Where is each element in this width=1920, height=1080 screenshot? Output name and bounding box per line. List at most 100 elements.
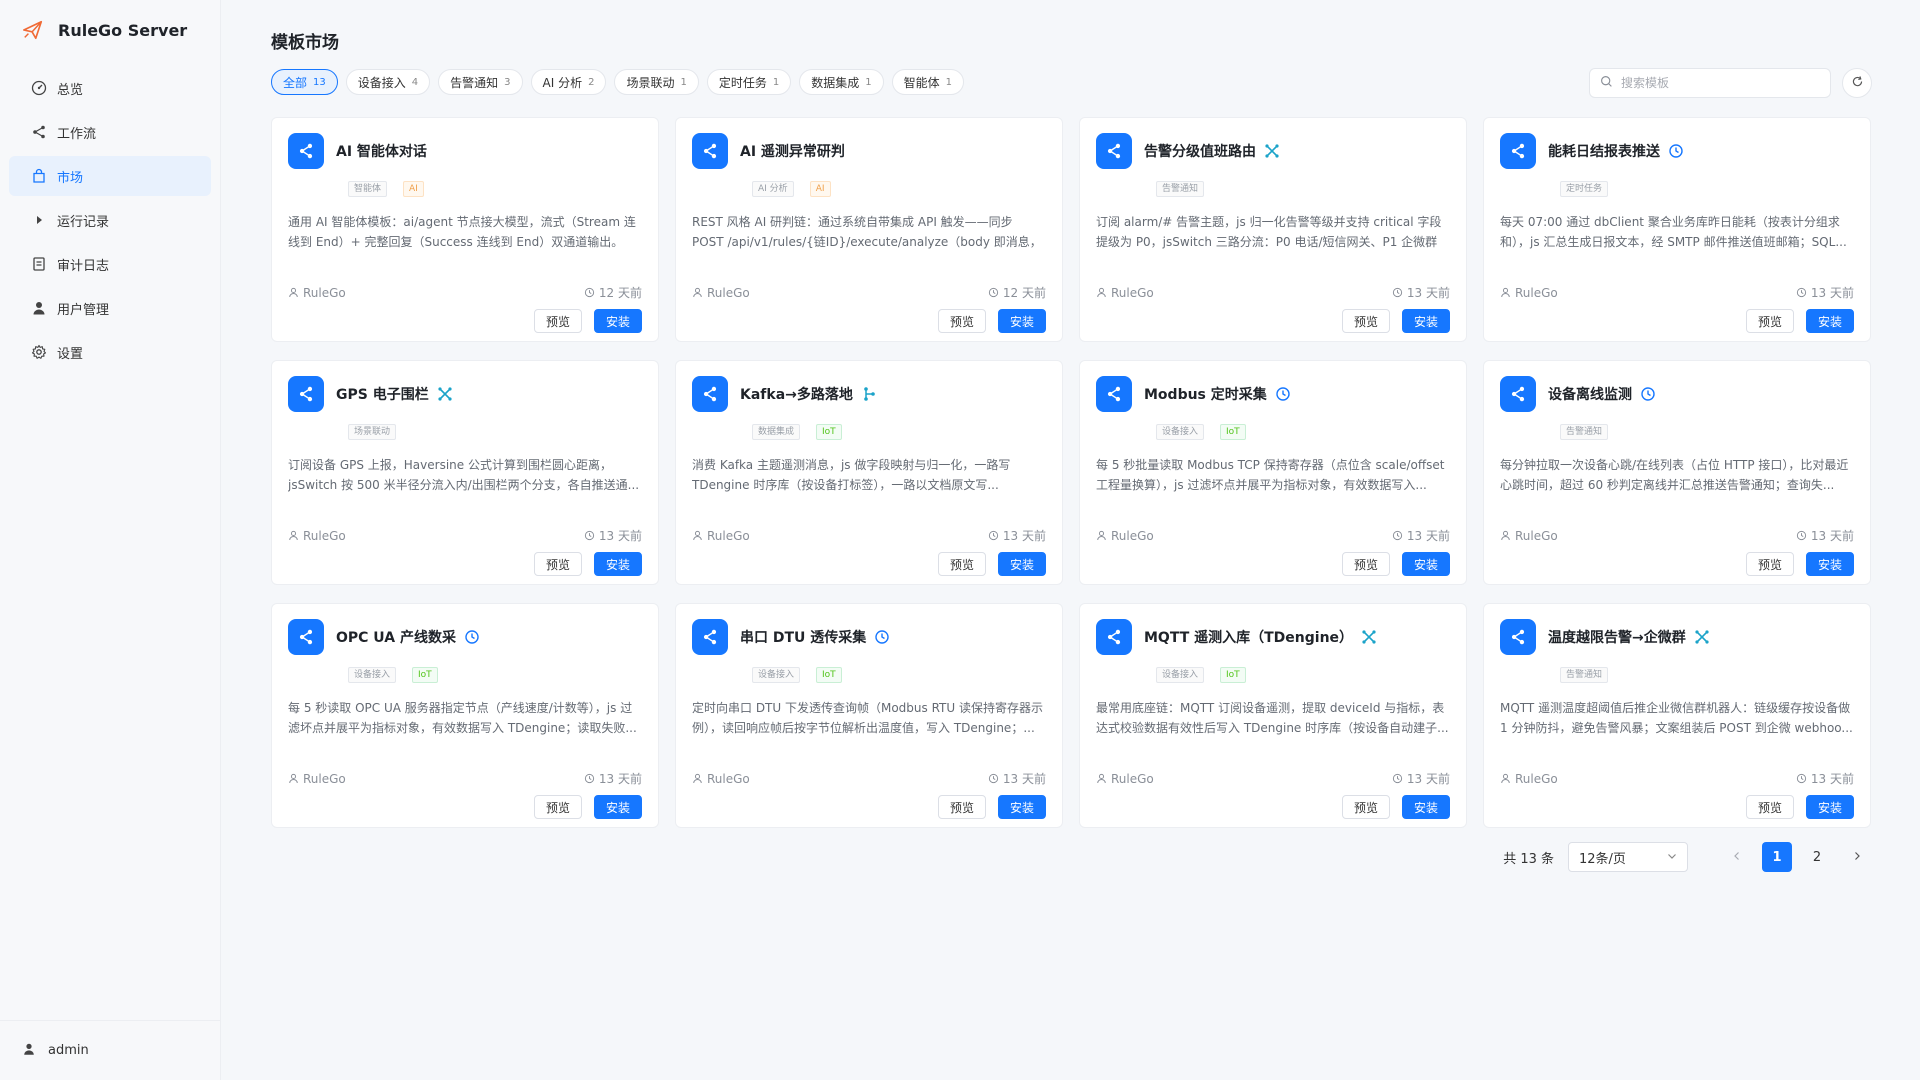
user-icon	[692, 773, 707, 784]
template-card[interactable]: MQTT 遥测入库（TDengine） 设备接入 IoT 最常用底座链：MQTT 订阅…	[1079, 603, 1467, 828]
install-button[interactable]: 安装	[593, 795, 642, 819]
install-button[interactable]: 安装	[997, 309, 1046, 333]
next-page-button[interactable]	[1842, 842, 1872, 872]
card-actions: 预览 安装	[1745, 552, 1854, 576]
caret-right-icon	[31, 212, 47, 228]
preview-button[interactable]: 预览	[1341, 795, 1390, 819]
sidebar-item-label: 设置	[57, 346, 84, 362]
filter-chip-label: 设备接入	[357, 75, 406, 90]
card-title[interactable]: OPC UA 产线数采	[336, 627, 480, 647]
card-title[interactable]: 能耗日结报表推送	[1548, 141, 1684, 161]
card-time: 13 天前	[1392, 770, 1450, 787]
install-button[interactable]: 安装	[997, 552, 1046, 576]
card-title[interactable]: Kafka→多路落地	[740, 384, 877, 404]
share-icon	[1096, 619, 1132, 655]
preview-button[interactable]: 预览	[937, 552, 986, 576]
template-card[interactable]: 设备离线监测 告警通知 每分钟拉取一次设备心跳/在线列表（占位 HTTP 接口），比…	[1483, 360, 1871, 585]
install-button[interactable]: 安装	[1401, 795, 1450, 819]
preview-button[interactable]: 预览	[937, 795, 986, 819]
preview-button[interactable]: 预览	[1341, 309, 1390, 333]
share-icon	[692, 376, 728, 412]
card-author: RuleGo	[288, 527, 346, 544]
filter-chip[interactable]: 全部 13	[271, 69, 338, 95]
install-button[interactable]: 安装	[1401, 309, 1450, 333]
card-title[interactable]: 设备离线监测	[1548, 384, 1656, 404]
filter-chip[interactable]: AI 分析 2	[530, 69, 607, 95]
sidebar-item-workflow[interactable]: 工作流	[9, 112, 211, 152]
card-meta: RuleGo 13 天前	[1096, 527, 1450, 544]
card-title[interactable]: 串口 DTU 透传采集	[740, 627, 890, 647]
template-card[interactable]: 温度越限告警→企微群 告警通知 MQTT 遥测温度超阈值后推企业微信群机器人：链级缓…	[1483, 603, 1871, 828]
sidebar-item-user-management[interactable]: 用户管理	[9, 288, 211, 328]
clock-icon	[464, 629, 480, 645]
user-icon	[22, 1042, 48, 1060]
card-title[interactable]: 温度越限告警→企微群	[1548, 627, 1710, 647]
template-card[interactable]: AI 智能体对话 智能体 AI 通用 AI 智能体模板：ai/agent 节点接大模型…	[271, 117, 659, 342]
install-button[interactable]: 安装	[1805, 309, 1854, 333]
install-button[interactable]: 安装	[593, 552, 642, 576]
template-card[interactable]: GPS 电子围栏 场景联动 订阅设备 GPS 上报，Haversine 公式计算到围…	[271, 360, 659, 585]
search-box[interactable]	[1589, 68, 1831, 98]
card-title[interactable]: AI 遥测异常研判	[740, 141, 845, 161]
brand[interactable]: RuleGo Server	[0, 0, 220, 60]
template-card[interactable]: Kafka→多路落地 数据集成 IoT 消费 Kafka 主题遥测消息，js 做字段映…	[675, 360, 1063, 585]
card-title[interactable]: Modbus 定时采集	[1144, 384, 1291, 404]
preview-button[interactable]: 预览	[1745, 309, 1794, 333]
filter-chip[interactable]: 告警通知 3	[438, 69, 523, 95]
card-author: RuleGo	[692, 527, 750, 544]
preview-button[interactable]: 预览	[937, 309, 986, 333]
card-title[interactable]: GPS 电子围栏	[336, 384, 453, 404]
filter-chip[interactable]: 场景联动 1	[614, 69, 699, 95]
page-size-select[interactable]: 12条/页	[1568, 842, 1688, 872]
card-author: RuleGo	[1096, 284, 1154, 301]
category-filters: 全部 13 设备接入 4 告警通知 3 AI 分析 2 场景联动 1 定时任务 1 数据集成 1 智能体 1	[271, 69, 965, 95]
filter-chip[interactable]: 定时任务 1	[706, 69, 792, 95]
prev-page-button[interactable]	[1722, 842, 1752, 872]
refresh-button[interactable]	[1842, 68, 1872, 98]
sidebar-item-overview[interactable]: 总览	[9, 68, 211, 108]
filter-chip[interactable]: 设备接入 4	[345, 69, 431, 95]
preview-button[interactable]: 预览	[1341, 552, 1390, 576]
template-card[interactable]: 串口 DTU 透传采集 设备接入 IoT 定时向串口 DTU 下发透传查询帧（Modb…	[675, 603, 1063, 828]
preview-button[interactable]: 预览	[1745, 795, 1794, 819]
install-button[interactable]: 安装	[997, 795, 1046, 819]
card-tags: 定时任务	[1560, 181, 1609, 197]
preview-button[interactable]: 预览	[533, 309, 582, 333]
sidebar-item-run-records[interactable]: 运行记录	[9, 200, 211, 240]
template-card[interactable]: Modbus 定时采集 设备接入 IoT 每 5 秒批量读取 Modbus TCP 保…	[1079, 360, 1467, 585]
install-button[interactable]: 安装	[1401, 552, 1450, 576]
preview-button[interactable]: 预览	[533, 795, 582, 819]
clock-icon	[1796, 773, 1811, 784]
install-button[interactable]: 安装	[593, 309, 642, 333]
card-tags: 告警通知	[1560, 667, 1609, 683]
page-button-1[interactable]: 1	[1762, 842, 1792, 872]
main-content: 模板市场 全部 13 设备接入 4 告警通知 3 AI 分析 2 场景联动 1 定时任务 1 数据集成 1…	[221, 0, 1920, 1080]
card-tags: 场景联动	[348, 424, 397, 440]
preview-button[interactable]: 预览	[533, 552, 582, 576]
card-title[interactable]: AI 智能体对话	[336, 141, 427, 161]
sidebar-item-audit-log[interactable]: 审计日志	[9, 244, 211, 284]
current-user[interactable]: admin	[0, 1020, 221, 1080]
card-title[interactable]: MQTT 遥测入库（TDengine）	[1144, 627, 1377, 647]
search-input[interactable]	[1621, 76, 1821, 90]
card-tag: AI	[403, 181, 424, 197]
card-title[interactable]: 告警分级值班路由	[1144, 141, 1280, 161]
filter-chip[interactable]: 数据集成 1	[799, 69, 884, 95]
card-tags: 智能体 AI	[348, 181, 424, 197]
card-description: 每天 07:00 通过 dbClient 聚合业务库昨日能耗（按表计分组求和），…	[1500, 215, 1847, 249]
template-card[interactable]: OPC UA 产线数采 设备接入 IoT 每 5 秒读取 OPC UA 服务器指定节点…	[271, 603, 659, 828]
chevron-down-icon	[1667, 850, 1677, 865]
card-time: 12 天前	[584, 284, 642, 301]
filter-chip[interactable]: 智能体 1	[891, 69, 965, 95]
card-author: RuleGo	[1500, 284, 1558, 301]
clock-icon	[874, 629, 890, 645]
install-button[interactable]: 安装	[1805, 552, 1854, 576]
sidebar-item-settings[interactable]: 设置	[9, 332, 211, 372]
template-card[interactable]: AI 遥测异常研判 AI 分析 AI REST 风格 AI 研判链：通过系统自带集成 …	[675, 117, 1063, 342]
template-card[interactable]: 能耗日结报表推送定时任务每天 07:00 通过 dbClient 聚合业务库昨日…	[1483, 117, 1871, 342]
install-button[interactable]: 安装	[1805, 795, 1854, 819]
template-card[interactable]: 告警分级值班路由 告警通知 订阅 alarm/# 告警主题，js 归一化告警等级并支…	[1079, 117, 1467, 342]
sidebar-item-market[interactable]: 市场	[9, 156, 211, 196]
preview-button[interactable]: 预览	[1745, 552, 1794, 576]
page-button-2[interactable]: 2	[1802, 842, 1832, 872]
